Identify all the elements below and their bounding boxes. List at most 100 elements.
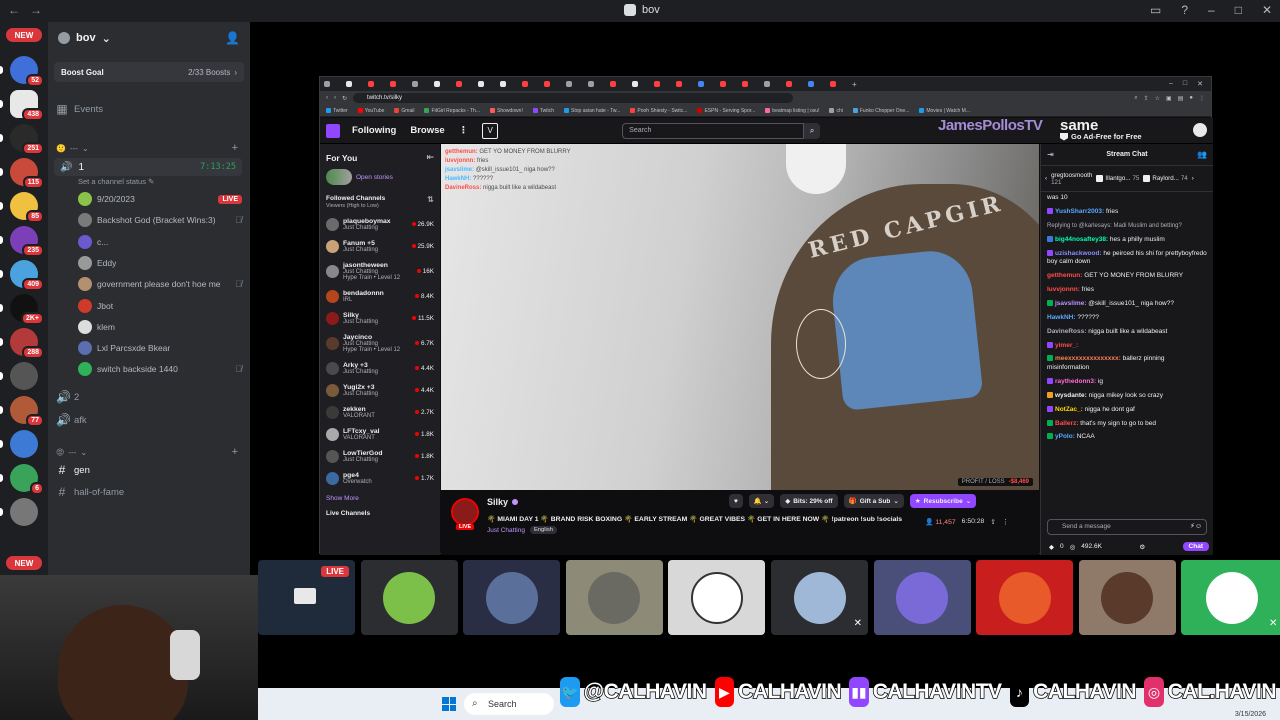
followed-channel[interactable]: Fanum +5 Just Chatting 25.9K	[320, 235, 440, 257]
browser-tab[interactable]	[368, 79, 387, 89]
server-icon[interactable]: 52	[10, 56, 44, 87]
browser-tab[interactable]	[390, 79, 409, 89]
followed-channel[interactable]: LFTcxy_val VALORANT 1.8K	[320, 423, 440, 445]
participant-tile[interactable]: ✕	[1181, 560, 1280, 635]
back-arrow-icon[interactable]: ←	[8, 3, 20, 17]
guild-header[interactable]: bov ⌄ 👤	[48, 22, 250, 54]
category-header-2[interactable]: 😡 --- ⌄ +	[56, 446, 238, 458]
stream-tag[interactable]: English	[529, 526, 557, 534]
top-gifter[interactable]: gregtoosmooth 121	[1051, 172, 1092, 186]
chevron-right-icon[interactable]: ›	[1192, 175, 1194, 182]
minimize-button[interactable]: –	[1208, 3, 1215, 17]
server-icon[interactable]: 85	[10, 192, 44, 223]
chat-username[interactable]: uzishackwood:	[1055, 250, 1102, 257]
chat-username[interactable]: jsavslime:	[1055, 300, 1086, 307]
browser-tab[interactable]	[610, 79, 629, 89]
server-icon[interactable]	[10, 362, 38, 390]
forward-icon[interactable]: ›	[334, 95, 336, 101]
collapse-chat-icon[interactable]: ⇥	[1047, 150, 1054, 159]
participant-tile[interactable]	[668, 560, 766, 635]
bookmark-item[interactable]: ESPN - Serving Spor...	[697, 108, 755, 114]
chat-send-button[interactable]: Chat	[1182, 542, 1209, 551]
back-icon[interactable]: ‹	[326, 95, 328, 101]
browser-tab[interactable]	[588, 79, 607, 89]
server-icon[interactable]: 235	[10, 226, 44, 257]
events-item[interactable]: ▦ Events	[56, 100, 103, 118]
stream-category[interactable]: Just Chatting	[487, 527, 525, 534]
extension-logo-icon[interactable]: V	[482, 122, 499, 139]
streamer-avatar[interactable]	[451, 498, 479, 526]
bookmark-item[interactable]: Pooh Shiesty - Switc...	[630, 108, 687, 114]
chat-username[interactable]: luvvjonnn:	[1047, 286, 1080, 293]
server-icon[interactable]: 2K+	[10, 294, 44, 325]
server-icon[interactable]: 6	[10, 464, 44, 495]
chat-username[interactable]: wysdante:	[1055, 392, 1087, 399]
browser-tab[interactable]	[522, 79, 541, 89]
server-icon[interactable]: 115	[10, 158, 44, 189]
settings-icon[interactable]: ⚙	[1139, 543, 1145, 551]
new-badge[interactable]: NEW	[6, 28, 42, 42]
maximize-button[interactable]: □	[1183, 80, 1187, 88]
taskbar-search[interactable]: ⌕ Search	[464, 693, 554, 715]
star-icon[interactable]: ☆	[1155, 95, 1160, 102]
chat-username[interactable]: getthemun:	[1047, 272, 1082, 279]
share-icon[interactable]: ⇪	[1144, 95, 1149, 102]
top-gifter[interactable]: Raylord... 74	[1143, 175, 1188, 182]
voice-member[interactable]: Jbot	[78, 297, 242, 315]
windows-start-icon[interactable]	[442, 697, 456, 711]
followed-channel[interactable]: Arky +3 Just Chatting 4.4K	[320, 357, 440, 379]
twitch-search-input[interactable]: Search	[622, 122, 805, 139]
bookmark-item[interactable]: Movies | Watch M...	[919, 108, 970, 114]
browser-tab[interactable]	[346, 79, 365, 89]
chat-input[interactable]: Send a message ⚡☺	[1047, 519, 1207, 535]
voice-channel-1[interactable]: 🔊 1 7:13:25	[54, 158, 242, 176]
followed-channel[interactable]: pge4 Overwatch 1.7K	[320, 467, 440, 489]
voice-member[interactable]: klem	[78, 318, 242, 336]
set-status[interactable]: Set a channel status ✎	[78, 177, 154, 186]
bookmark-item[interactable]: Funko Chopper One...	[852, 108, 909, 114]
channel-points-icon[interactable]: ◎	[1070, 543, 1076, 551]
browser-tab[interactable]	[698, 79, 717, 89]
server-icon[interactable]	[10, 430, 38, 458]
collapse-icon[interactable]: ⇤	[426, 152, 434, 163]
close-button[interactable]: ✕	[1262, 3, 1272, 17]
followed-channel[interactable]: Jaycinco Just Chatting Hype Train • Level …	[320, 329, 440, 357]
chat-username[interactable]: NotZac_:	[1055, 406, 1083, 413]
browser-tab[interactable]	[830, 79, 849, 89]
extension-icon[interactable]: ▣	[1166, 95, 1172, 102]
browser-tab[interactable]	[764, 79, 783, 89]
zoom-icon[interactable]: ⌕	[1134, 95, 1137, 102]
text-channel-hall-of-fame[interactable]: # hall-of-fame	[56, 483, 125, 501]
server-icon[interactable]	[10, 498, 38, 526]
browser-tab[interactable]	[434, 79, 453, 89]
profile-icon[interactable]: ●	[1189, 95, 1193, 102]
followed-channel[interactable]: Silky Just Chatting 11.5K	[320, 307, 440, 329]
browse-link[interactable]: Browse	[410, 125, 444, 136]
chat-username[interactable]: Ballerz:	[1055, 420, 1078, 427]
browser-tab[interactable]	[478, 79, 497, 89]
bookmark-item[interactable]: Gmail	[394, 108, 414, 114]
server-icon[interactable]: 251	[10, 124, 44, 155]
chat-username[interactable]: YushSharr2003:	[1055, 208, 1104, 215]
chat-username[interactable]: HawkNH:	[1047, 314, 1076, 321]
browser-tab[interactable]	[324, 79, 343, 89]
bookmark-item[interactable]: FitGirl Repacks - Th...	[424, 108, 480, 114]
server-icon[interactable]: 438	[10, 90, 44, 121]
voice-member[interactable]: 9/20/2023 LIVE	[78, 190, 242, 208]
followed-channel[interactable]: zekken VALORANT 2.7K	[320, 401, 440, 423]
chat-username[interactable]: big44nosaftey38:	[1055, 236, 1108, 243]
server-icon[interactable]: 288	[10, 328, 44, 359]
reload-icon[interactable]: ↻	[342, 95, 347, 102]
category-header-1[interactable]: 🙂 --- ⌄ +	[56, 142, 238, 154]
add-channel-icon[interactable]: +	[232, 142, 238, 154]
open-stories[interactable]: Open stories	[320, 167, 440, 187]
browser-tab[interactable]	[742, 79, 761, 89]
chat-username[interactable]: yPolo:	[1055, 433, 1075, 440]
browser-tab[interactable]	[632, 79, 651, 89]
voice-member[interactable]: Backshot God (Bracket Wins:3) 🎙̸	[78, 211, 242, 229]
browser-tab[interactable]	[566, 79, 585, 89]
show-more-link[interactable]: Show More	[320, 489, 440, 502]
bookmark-item[interactable]: beatmap listing | osu!	[765, 108, 819, 114]
browser-tab[interactable]	[500, 79, 519, 89]
new-badge-bottom[interactable]: NEW	[6, 556, 42, 570]
